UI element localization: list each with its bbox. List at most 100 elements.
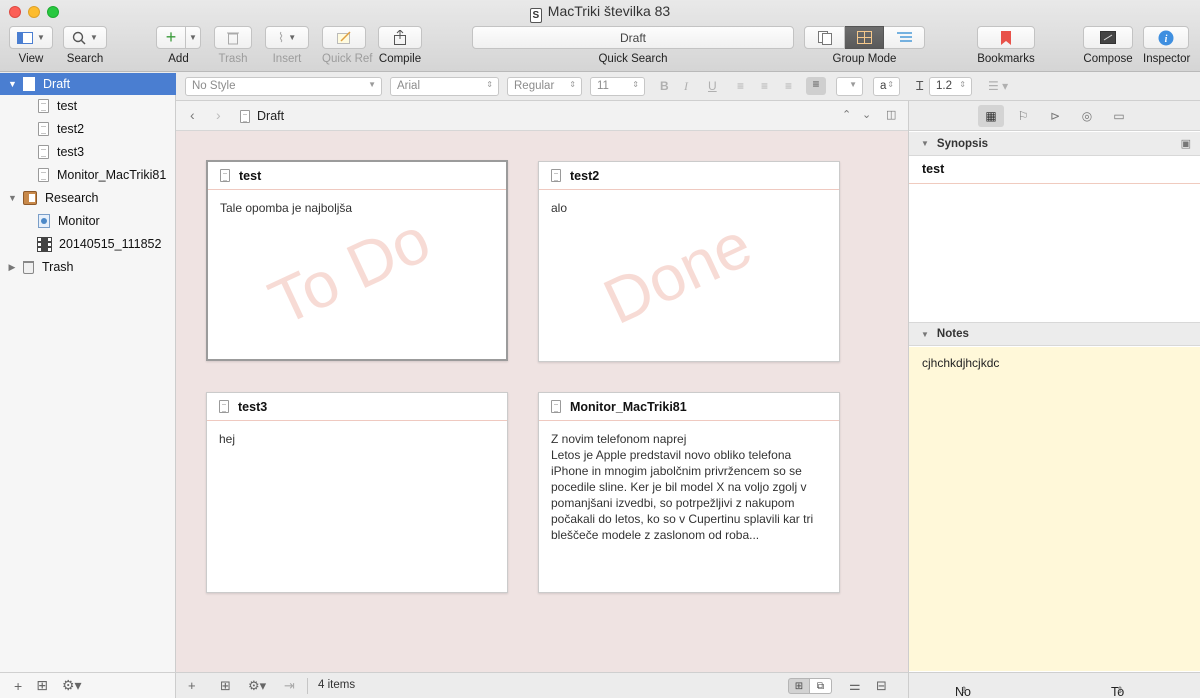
- synopsis-title-field[interactable]: test: [909, 156, 1200, 184]
- search-button[interactable]: ▼: [63, 26, 107, 49]
- index-card-synopsis[interactable]: Z novim telefonom naprej Letos je Apple …: [539, 421, 839, 553]
- disclosure-closed-icon[interactable]: ▶: [8, 262, 16, 273]
- add-toolbar-item[interactable]: + ▼ Add: [156, 26, 201, 65]
- align-left-icon[interactable]: ≡: [737, 79, 744, 93]
- corkboard-mode-button[interactable]: [845, 26, 884, 49]
- compose-toolbar-item[interactable]: Compose: [1083, 26, 1133, 65]
- binder-item-monitor-mactriki81[interactable]: Monitor_MacTriki81: [0, 164, 176, 186]
- insert-button[interactable]: ⌇ ▼: [265, 26, 309, 49]
- index-card-title[interactable]: test3: [207, 393, 507, 421]
- notes-text-area[interactable]: cjhchkdjhcjkdc: [909, 347, 1200, 671]
- font-size-field[interactable]: 11 ⇕: [590, 77, 645, 96]
- forward-arrow-icon[interactable]: ›: [216, 107, 221, 123]
- synopsis-text-area[interactable]: [909, 185, 1200, 321]
- move-out-icon[interactable]: ⇥: [284, 678, 295, 694]
- new-folder-icon[interactable]: ⊞: [220, 678, 231, 694]
- card-settings-icon[interactable]: ⚌: [849, 678, 861, 694]
- synopsis-header[interactable]: ▼ Synopsis ▣: [909, 132, 1200, 156]
- underline-button[interactable]: U: [708, 79, 717, 93]
- line-spacing-select[interactable]: 1.2 ⇕: [929, 77, 972, 96]
- add-icon[interactable]: +: [14, 678, 22, 694]
- index-card-synopsis[interactable]: hej: [207, 421, 507, 457]
- previous-document-icon[interactable]: ⌃: [842, 108, 851, 121]
- binder-item-draft[interactable]: ▼ Draft: [0, 73, 176, 95]
- bookmark-tab-icon[interactable]: ⚐: [1010, 105, 1036, 127]
- compose-button[interactable]: [1083, 26, 1133, 49]
- index-card[interactable]: test2 alo Done: [538, 161, 840, 362]
- index-card[interactable]: test3 hej: [206, 392, 508, 593]
- binder-item-test[interactable]: test: [0, 95, 176, 117]
- gear-icon[interactable]: ⚙▾: [248, 678, 266, 694]
- editor-title[interactable]: Draft: [240, 109, 284, 123]
- freeform-view-icon[interactable]: ⧉: [810, 678, 832, 694]
- list-bullets-icon[interactable]: ☰ ▾: [988, 79, 1008, 93]
- font-weight-select[interactable]: Regular ⇕: [507, 77, 582, 96]
- align-center-icon[interactable]: ≡: [761, 79, 768, 93]
- italic-button[interactable]: I: [684, 79, 688, 94]
- insert-toolbar-item[interactable]: ⌇ ▼ Insert: [265, 26, 309, 65]
- notes-header[interactable]: ▼ Notes: [909, 322, 1200, 346]
- font-select[interactable]: Arial ⇕: [390, 77, 499, 96]
- disclosure-open-icon[interactable]: ▼: [8, 193, 17, 203]
- bookmarks-toolbar-item[interactable]: Bookmarks: [977, 26, 1035, 65]
- inspector-button[interactable]: i: [1143, 26, 1189, 49]
- index-card-synopsis[interactable]: Tale opomba je najboljša: [208, 190, 506, 226]
- inspector-toolbar-item[interactable]: i Inspector: [1143, 26, 1190, 65]
- trash-toolbar-item[interactable]: Trash: [214, 26, 252, 65]
- info-icon: i: [1158, 30, 1174, 45]
- gear-icon[interactable]: ⚙▾: [62, 677, 82, 694]
- trash-button[interactable]: [214, 26, 252, 49]
- binder-item-trash[interactable]: ▶ Trash: [0, 256, 176, 278]
- index-card-synopsis[interactable]: alo: [539, 190, 839, 226]
- quicksearch-field[interactable]: Draft: [472, 26, 794, 49]
- index-card-title[interactable]: test: [208, 162, 506, 190]
- index-card-title[interactable]: test2: [539, 162, 839, 190]
- text-color-select[interactable]: ▼: [836, 77, 863, 96]
- notes-tab-icon[interactable]: ▦: [978, 105, 1004, 127]
- index-card-title[interactable]: Monitor_MacTriki81: [539, 393, 839, 421]
- view-button[interactable]: ▼: [9, 26, 53, 49]
- compile-toolbar-item[interactable]: Compile: [378, 26, 422, 65]
- chevron-down-icon: ▼: [90, 33, 98, 42]
- disclosure-open-icon[interactable]: ▼: [921, 330, 929, 339]
- view-toolbar-item[interactable]: ▼ View: [9, 26, 53, 65]
- image-icon[interactable]: ▣: [1181, 137, 1191, 150]
- compile-button[interactable]: [378, 26, 422, 49]
- next-document-icon[interactable]: ⌄: [862, 108, 871, 121]
- grid-view-icon[interactable]: ⊞: [788, 678, 810, 694]
- binder-item-test3[interactable]: test3: [0, 141, 176, 163]
- card-size-icon[interactable]: ⊟: [876, 678, 887, 694]
- add-icon[interactable]: +: [156, 26, 186, 49]
- snapshot-camera-icon[interactable]: ◎: [1074, 105, 1100, 127]
- highlight-select[interactable]: a ⇕: [873, 77, 900, 96]
- search-icon: [72, 31, 86, 45]
- quicksearch-toolbar-item[interactable]: Draft Quick Search: [472, 26, 794, 65]
- split-editor-icon[interactable]: ◫: [886, 108, 896, 121]
- outliner-mode-button[interactable]: [884, 26, 925, 49]
- new-folder-icon[interactable]: ⊞: [36, 677, 48, 694]
- binder-item-movie[interactable]: 20140515_111852: [0, 233, 176, 255]
- quickref-toolbar-item[interactable]: Quick Ref: [322, 26, 373, 65]
- binder-item-research[interactable]: ▼ Research: [0, 187, 176, 209]
- align-right-icon[interactable]: ≡: [785, 79, 792, 93]
- groupmode-toolbar-item[interactable]: Group Mode: [804, 26, 925, 65]
- binder-item-test2[interactable]: test2: [0, 118, 176, 140]
- align-justify-icon[interactable]: ≡: [806, 77, 826, 95]
- metadata-tag-icon[interactable]: ⊳: [1042, 105, 1068, 127]
- scrivenings-mode-button[interactable]: [804, 26, 845, 49]
- bookmarks-button[interactable]: [977, 26, 1035, 49]
- search-toolbar-item[interactable]: ▼ Search: [63, 26, 107, 65]
- binder-item-monitor[interactable]: Monitor: [0, 210, 176, 232]
- card-view-toggle[interactable]: ⊞ ⧉: [788, 678, 832, 694]
- disclosure-open-icon[interactable]: ▼: [8, 79, 17, 89]
- style-select[interactable]: No Style ▼: [185, 77, 382, 96]
- index-card[interactable]: Monitor_MacTriki81 Z novim telefonom nap…: [538, 392, 840, 593]
- bold-button[interactable]: B: [660, 79, 669, 93]
- quickref-button[interactable]: [322, 26, 366, 49]
- comments-bubble-icon[interactable]: ▭: [1106, 105, 1132, 127]
- add-icon[interactable]: +: [188, 678, 196, 693]
- disclosure-open-icon[interactable]: ▼: [921, 139, 929, 148]
- add-menu-button[interactable]: ▼: [186, 26, 201, 49]
- index-card[interactable]: test Tale opomba je najboljša To Do: [206, 160, 508, 361]
- back-arrow-icon[interactable]: ‹: [190, 107, 195, 123]
